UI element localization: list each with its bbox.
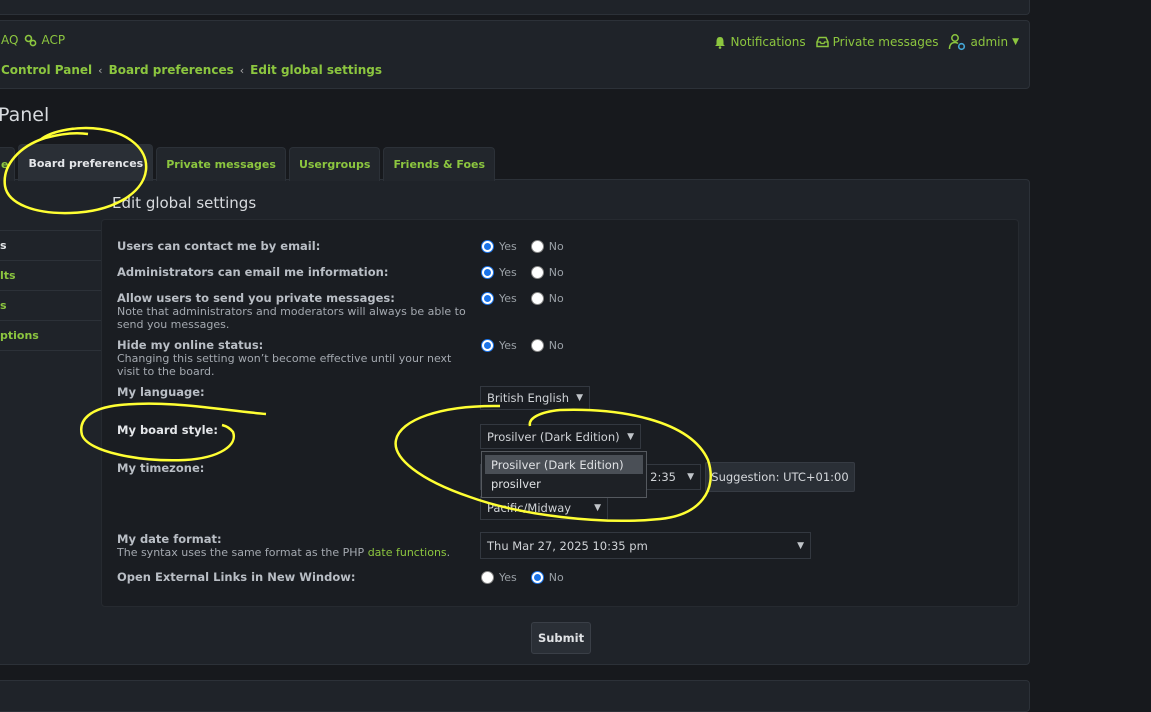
contact-email-radios: Yes No bbox=[481, 240, 564, 253]
hide-online-yes-radio[interactable] bbox=[481, 339, 494, 352]
radio-no-label: No bbox=[548, 240, 564, 253]
notifications-label: Notifications bbox=[730, 35, 806, 49]
board-style-option[interactable]: Prosilver (Dark Edition) bbox=[485, 455, 643, 474]
board-style-option[interactable]: prosilver bbox=[485, 474, 643, 493]
hide-online-explain: Changing this setting won’t become effec… bbox=[117, 352, 452, 378]
user-menu[interactable]: admin ▼ bbox=[948, 33, 1019, 51]
breadcrumb-separator-icon: ‹ bbox=[98, 63, 103, 77]
tab-board-preferences[interactable]: Board preferences bbox=[18, 144, 154, 181]
navbar: AQ ACP Notifications Private messages ad… bbox=[0, 20, 1030, 89]
acp-label: ACP bbox=[41, 33, 66, 47]
board-style-dropdown: Prosilver (Dark Edition) prosilver bbox=[481, 451, 647, 498]
date-format-select[interactable]: Thu Mar 27, 2025 10:35 pm ▼ bbox=[480, 532, 811, 559]
chevron-down-icon: ▼ bbox=[687, 472, 694, 482]
tab-friends-foes[interactable]: Friends & Foes bbox=[383, 147, 496, 181]
date-format-value: Thu Mar 27, 2025 10:35 pm bbox=[487, 538, 648, 553]
breadcrumb: Control Panel ‹ Board preferences ‹ Edit… bbox=[1, 63, 382, 77]
top-strip bbox=[0, 0, 1030, 15]
external-links-yes-radio[interactable] bbox=[481, 571, 494, 584]
user-name: admin bbox=[970, 35, 1009, 49]
private-messages-label: Private messages bbox=[832, 35, 939, 49]
language-select[interactable]: British English ▼ bbox=[480, 386, 590, 410]
footer-strip bbox=[0, 680, 1030, 712]
tab-private-messages[interactable]: Private messages bbox=[156, 147, 286, 181]
gears-icon bbox=[24, 34, 37, 47]
sidebar-item-posting-defaults[interactable]: lts bbox=[0, 260, 102, 290]
timezone-label: My timezone: bbox=[117, 461, 205, 475]
page-title: Panel bbox=[0, 104, 50, 126]
chevron-down-icon: ▼ bbox=[627, 431, 634, 442]
tab-usergroups[interactable]: Usergroups bbox=[288, 147, 381, 181]
radio-no-label: No bbox=[548, 339, 564, 352]
section-title: Edit global settings bbox=[112, 194, 257, 212]
chevron-down-icon: ▼ bbox=[797, 540, 804, 551]
admin-email-yes-radio[interactable] bbox=[481, 266, 494, 279]
faq-link[interactable]: AQ bbox=[1, 33, 18, 47]
contact-email-no-radio[interactable] bbox=[530, 240, 544, 253]
date-format-field: My date format: The syntax uses the same… bbox=[117, 532, 477, 560]
radio-no-label: No bbox=[548, 266, 564, 279]
sidebar: s lts s ptions bbox=[0, 230, 102, 351]
board-style-value: Prosilver (Dark Edition) bbox=[487, 429, 620, 444]
submit-button[interactable]: Submit bbox=[531, 622, 591, 654]
board-style-select[interactable]: Prosilver (Dark Edition) ▼ bbox=[480, 424, 641, 449]
hide-online-label: Hide my online status: bbox=[117, 338, 264, 352]
private-messages-link[interactable]: Private messages bbox=[815, 35, 939, 49]
admin-email-no-radio[interactable] bbox=[530, 266, 544, 279]
user-gear-icon bbox=[948, 33, 966, 51]
breadcrumb-item[interactable]: Board preferences bbox=[109, 63, 234, 77]
board-style-label: My board style: bbox=[117, 423, 218, 437]
breadcrumb-item[interactable]: Control Panel bbox=[1, 63, 92, 77]
sidebar-item-editor-options[interactable]: ptions bbox=[0, 320, 102, 351]
timezone-zone-select[interactable]: Pacific/Midway ▼ bbox=[480, 496, 608, 520]
radio-yes-label: Yes bbox=[499, 292, 517, 305]
radio-yes-label: Yes bbox=[499, 266, 517, 279]
timezone-time-value: 2:35 bbox=[650, 470, 676, 484]
language-label: My language: bbox=[117, 385, 205, 399]
date-functions-link[interactable]: date functions bbox=[368, 546, 447, 559]
chevron-down-icon: ▼ bbox=[576, 393, 583, 403]
acp-link[interactable]: ACP bbox=[24, 33, 65, 47]
allow-pm-field: Allow users to send you private messages… bbox=[117, 291, 477, 332]
breadcrumb-separator-icon: ‹ bbox=[239, 63, 245, 77]
admin-email-label: Administrators can email me information: bbox=[117, 265, 389, 279]
timezone-zone-value: Pacific/Midway bbox=[487, 501, 572, 515]
sidebar-item-display-options[interactable]: s bbox=[0, 290, 102, 320]
tab-bar: e Board preferences Private messages Use… bbox=[0, 144, 496, 181]
chevron-down-icon: ▼ bbox=[594, 503, 601, 513]
radio-no-label: No bbox=[548, 571, 564, 584]
hide-online-field: Hide my online status: Changing this set… bbox=[117, 338, 477, 379]
contact-email-label: Users can contact me by email: bbox=[117, 239, 321, 253]
bell-icon bbox=[714, 36, 727, 49]
allow-pm-yes-radio[interactable] bbox=[481, 292, 494, 305]
notifications-link[interactable]: Notifications bbox=[714, 35, 806, 49]
allow-pm-explain: Note that administrators and moderators … bbox=[117, 305, 466, 331]
date-format-label: My date format: bbox=[117, 532, 222, 546]
hide-online-no-radio[interactable] bbox=[530, 339, 544, 352]
inbox-icon bbox=[815, 36, 829, 49]
allow-pm-no-radio[interactable] bbox=[530, 292, 544, 305]
admin-email-radios: Yes No bbox=[481, 266, 564, 279]
caret-down-icon: ▼ bbox=[1012, 37, 1019, 47]
external-links-no-radio[interactable] bbox=[530, 571, 544, 584]
allow-pm-label: Allow users to send you private messages… bbox=[117, 291, 395, 305]
allow-pm-radios: Yes No bbox=[481, 292, 564, 305]
radio-yes-label: Yes bbox=[499, 339, 517, 352]
timezone-suggestion-button[interactable]: Suggestion: UTC+01:00 bbox=[705, 462, 855, 492]
radio-yes-label: Yes bbox=[499, 240, 517, 253]
language-value: British English bbox=[487, 391, 569, 405]
radio-yes-label: Yes bbox=[499, 571, 517, 584]
contact-email-yes-radio[interactable] bbox=[481, 240, 494, 253]
hide-online-radios: Yes No bbox=[481, 339, 564, 352]
sidebar-item-global-settings[interactable]: s bbox=[0, 230, 102, 260]
date-format-explain: The syntax uses the same format as the P… bbox=[117, 546, 451, 559]
external-links-radios: Yes No bbox=[481, 571, 564, 584]
breadcrumb-item[interactable]: Edit global settings bbox=[250, 63, 382, 77]
external-links-label: Open External Links in New Window: bbox=[117, 570, 356, 584]
radio-no-label: No bbox=[548, 292, 564, 305]
tab-overview[interactable]: e bbox=[0, 147, 16, 181]
